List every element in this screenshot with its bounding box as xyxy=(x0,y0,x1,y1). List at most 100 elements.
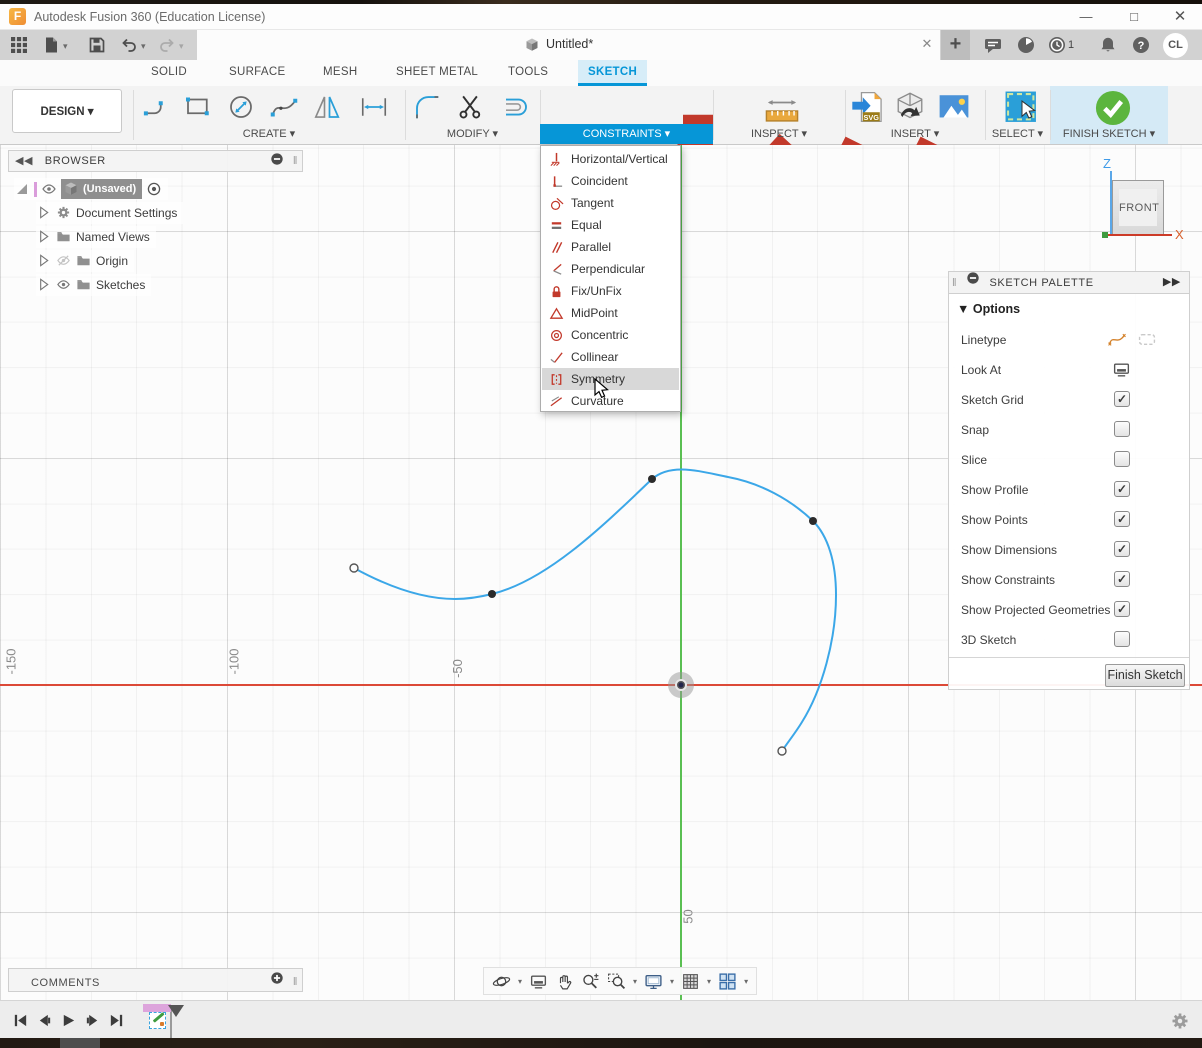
pan-icon[interactable] xyxy=(555,972,574,991)
browser-item-origin[interactable]: Origin xyxy=(36,250,134,272)
viewcube[interactable]: FRONT xyxy=(1112,180,1164,235)
zoom-window-caret-icon[interactable]: ▾ xyxy=(633,977,637,986)
palette-minimize-icon[interactable] xyxy=(966,276,980,288)
timeline-step-forward-icon[interactable] xyxy=(84,1012,101,1029)
checkbox-snap[interactable] xyxy=(1114,421,1130,437)
notification-clock-icon[interactable] xyxy=(1047,35,1067,55)
undo-caret-icon[interactable]: ▾ xyxy=(141,41,146,52)
modify-offset-icon[interactable] xyxy=(496,92,536,125)
create-dimension-icon[interactable] xyxy=(352,92,396,125)
spline-fit-point[interactable] xyxy=(809,517,817,525)
timeline-go-end-icon[interactable] xyxy=(108,1012,125,1029)
palette-collapse-icon[interactable]: ▶▶ xyxy=(1163,272,1181,293)
job-status-icon[interactable] xyxy=(1016,35,1036,55)
activate-component-icon[interactable] xyxy=(146,181,162,197)
finish-sketch-button[interactable]: Finish Sketch xyxy=(1105,664,1185,687)
app-grid-icon[interactable] xyxy=(10,36,28,54)
file-caret-icon[interactable]: ▾ xyxy=(63,41,68,52)
chevron-right-icon[interactable] xyxy=(36,253,52,269)
palette-grip[interactable]: ‖ xyxy=(952,277,957,289)
ribbon-tab-mesh[interactable]: MESH xyxy=(313,60,367,86)
select-tool-icon[interactable] xyxy=(1003,89,1041,130)
insert-svg-icon[interactable]: SVG xyxy=(851,90,885,127)
browser-item-named-views[interactable]: Named Views xyxy=(36,226,156,248)
ribbon-tab-sheet-metal[interactable]: SHEET METAL xyxy=(386,60,488,86)
chevron-right-icon[interactable] xyxy=(36,277,52,293)
menu-item-midpoint[interactable]: MidPoint xyxy=(542,302,679,324)
timeline-go-start-icon[interactable] xyxy=(12,1012,29,1029)
comments-grip[interactable]: ‖ xyxy=(293,972,298,992)
constraints-group-label[interactable]: CONSTRAINTS ▾ xyxy=(540,124,713,144)
browser-item-document-settings[interactable]: Document Settings xyxy=(36,202,183,224)
zoom-icon[interactable] xyxy=(581,972,600,991)
document-tab-close-icon[interactable]: ✕ xyxy=(919,36,935,52)
chevron-right-icon[interactable] xyxy=(36,229,52,245)
sketch-palette-header[interactable]: ‖ SKETCH PALETTE ▶▶ xyxy=(949,272,1189,294)
create-mirror-icon[interactable] xyxy=(310,92,344,125)
timeline-step-back-icon[interactable] xyxy=(36,1012,53,1029)
modify-group-label[interactable]: MODIFY ▾ xyxy=(405,127,540,142)
timeline-settings-gear-icon[interactable] xyxy=(1170,1011,1190,1031)
undo-icon[interactable] xyxy=(120,36,138,54)
look-at-icon[interactable] xyxy=(1112,360,1131,379)
ribbon-tab-solid[interactable]: SOLID xyxy=(141,60,197,86)
close-button[interactable]: ✕ xyxy=(1169,7,1191,27)
grid-caret-icon[interactable]: ▾ xyxy=(707,977,711,986)
menu-item-curvature[interactable]: Curvature xyxy=(542,390,679,412)
modify-trim-icon[interactable] xyxy=(452,92,488,125)
timeline-sketch-feature-icon[interactable] xyxy=(149,1012,166,1029)
menu-item-tangent[interactable]: Tangent xyxy=(542,192,679,214)
browser-minimize-icon[interactable] xyxy=(270,152,284,173)
zoom-window-icon[interactable] xyxy=(607,972,626,991)
checkbox-show-constraints[interactable]: ✓ xyxy=(1114,571,1130,587)
select-group-label[interactable]: SELECT ▾ xyxy=(985,127,1050,142)
viewcube-face-label[interactable]: FRONT xyxy=(1119,189,1157,226)
orbit-caret-icon[interactable]: ▾ xyxy=(518,977,522,986)
spline-end-point[interactable] xyxy=(778,747,786,755)
linetype-construction-icon[interactable] xyxy=(1137,331,1157,348)
finish-sketch-icon[interactable] xyxy=(1093,88,1133,131)
root-node[interactable]: (Unsaved) xyxy=(61,179,142,199)
checkbox-sketch-grid[interactable]: ✓ xyxy=(1114,391,1130,407)
inspect-measure-icon[interactable] xyxy=(761,94,803,131)
comments-add-icon[interactable] xyxy=(270,971,284,992)
spline-curve[interactable] xyxy=(354,469,836,751)
create-circle-icon[interactable] xyxy=(223,92,259,125)
orbit-icon[interactable] xyxy=(492,972,511,991)
palette-options-section[interactable]: ▼ Options xyxy=(957,302,1020,316)
menu-item-parallel[interactable]: Parallel xyxy=(542,236,679,258)
timeline-marker-flag[interactable] xyxy=(168,1005,184,1017)
checkbox-3d-sketch[interactable] xyxy=(1114,631,1130,647)
checkbox-show-projected-geometries[interactable]: ✓ xyxy=(1114,601,1130,617)
visibility-eye-off-icon[interactable] xyxy=(56,253,72,269)
spline-end-point[interactable] xyxy=(350,564,358,572)
inspect-group-label[interactable]: INSPECT ▾ xyxy=(713,127,845,142)
checkbox-show-points[interactable]: ✓ xyxy=(1114,511,1130,527)
menu-item-equal[interactable]: Equal xyxy=(542,214,679,236)
ribbon-tab-tools[interactable]: TOOLS xyxy=(498,60,558,86)
help-icon[interactable]: ? xyxy=(1131,35,1151,55)
menu-item-symmetry[interactable]: Symmetry xyxy=(542,368,679,390)
look-at-icon[interactable] xyxy=(529,972,548,991)
comments-bubble-icon[interactable] xyxy=(983,35,1003,55)
avatar[interactable]: CL xyxy=(1163,33,1188,58)
ribbon-tab-sketch[interactable]: SKETCH xyxy=(578,60,647,86)
display-caret-icon[interactable]: ▾ xyxy=(670,977,674,986)
menu-item-perpendicular[interactable]: Perpendicular xyxy=(542,258,679,280)
insert-canvas-icon[interactable] xyxy=(937,90,971,127)
menu-item-coincident[interactable]: Coincident xyxy=(542,170,679,192)
expand-open-icon[interactable] xyxy=(14,181,30,197)
spline-fit-point[interactable] xyxy=(648,475,656,483)
create-group-label[interactable]: CREATE ▾ xyxy=(133,127,405,142)
modify-fillet-icon[interactable] xyxy=(408,92,446,125)
create-spline-icon[interactable] xyxy=(266,92,302,125)
origin-point[interactable] xyxy=(675,679,687,691)
visibility-eye-icon[interactable] xyxy=(41,181,57,197)
viewports-caret-icon[interactable]: ▾ xyxy=(744,977,748,986)
file-menu-icon[interactable] xyxy=(42,36,60,54)
viewports-icon[interactable] xyxy=(718,972,737,991)
menu-item-fix-unfix[interactable]: Fix/UnFix xyxy=(542,280,679,302)
spline-fit-point[interactable] xyxy=(488,590,496,598)
redo-icon[interactable] xyxy=(158,36,176,54)
ribbon-tab-surface[interactable]: SURFACE xyxy=(219,60,295,86)
